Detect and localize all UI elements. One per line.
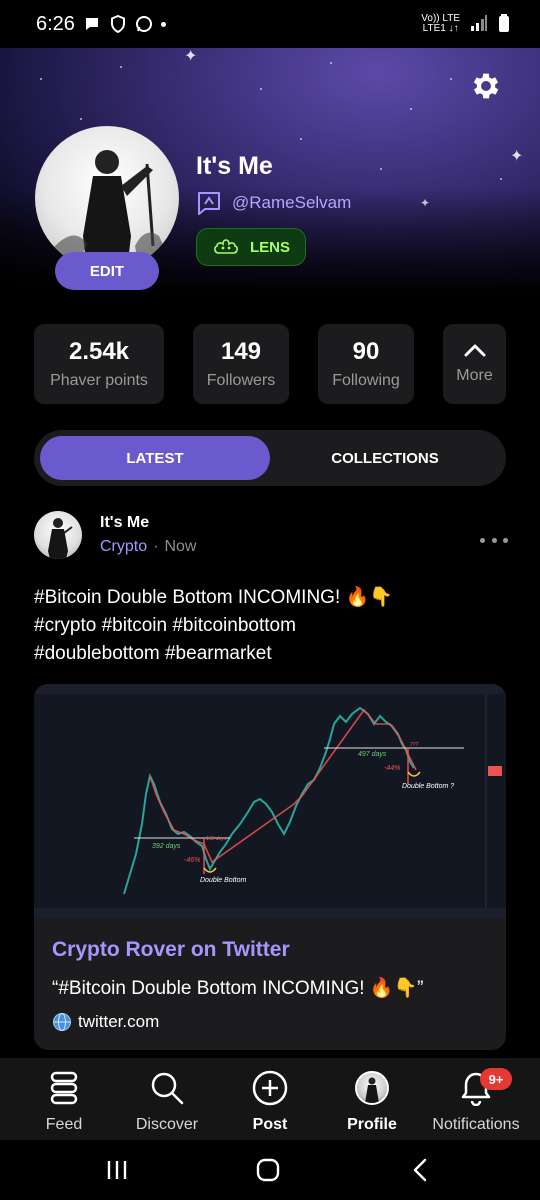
chart-question: ??? <box>410 742 419 748</box>
link-quote: “#Bitcoin Double Bottom INCOMING! 🔥👇” <box>52 978 424 999</box>
avatar-figure <box>45 150 175 270</box>
status-right: Vo)) LTE LTE1 ↓↑ <box>421 13 510 35</box>
status-time: 6:26 <box>36 12 75 35</box>
nav-feed[interactable]: Feed <box>12 1068 116 1140</box>
status-bar: 6:26 Vo)) LTE LTE1 ↓↑ <box>0 0 540 48</box>
stat-following[interactable]: 90 Following <box>318 324 414 404</box>
profile-name: It's Me <box>196 152 273 180</box>
post-separator: · <box>153 538 159 555</box>
settings-button[interactable] <box>466 66 506 106</box>
gear-icon <box>473 73 499 99</box>
post-author-avatar[interactable] <box>34 511 82 559</box>
status-left: 6:26 <box>36 13 166 36</box>
profile-handle: @RameSelvam <box>232 193 352 212</box>
nav-post[interactable]: Post <box>218 1068 322 1140</box>
whatsapp-icon <box>135 15 153 33</box>
more-button[interactable]: More <box>443 324 506 404</box>
chart-days-right: 497 days <box>358 751 387 758</box>
chat-bubble-icon <box>83 15 101 33</box>
dot-icon <box>480 537 485 543</box>
chart-label-left: Double Bottom <box>200 877 246 884</box>
lens-badge[interactable]: LENS <box>196 228 306 266</box>
post-author-name[interactable]: It's Me <box>100 514 149 532</box>
link-title[interactable]: Crypto Rover on Twitter <box>52 938 290 962</box>
dot-icon <box>503 537 508 543</box>
chart-pct-right: -44% <box>384 765 400 772</box>
notification-badge: 9+ <box>480 1068 512 1090</box>
nav-label: Feed <box>45 1116 83 1133</box>
profile-tabs: LATEST COLLECTIONS <box>34 430 506 486</box>
recent-apps-icon <box>107 1161 127 1179</box>
system-navigation-bar <box>0 1140 540 1200</box>
back-icon <box>413 1158 427 1182</box>
post-text: #Bitcoin Double Bottom INCOMING! 🔥👇 #cry… <box>34 587 393 664</box>
handle-row[interactable]: @RameSelvam <box>196 190 351 216</box>
chart-days-left: 392 days <box>152 843 181 850</box>
post-category[interactable]: Crypto <box>100 538 147 556</box>
search-icon <box>150 1068 184 1108</box>
chart-image: 392 days 168 days -46% Double Bottom 497… <box>34 684 506 918</box>
network-bottom-label: LTE1 ↓↑ <box>422 23 459 34</box>
notification-dot-icon <box>160 21 166 27</box>
stat-value: 2.54k <box>68 338 130 365</box>
feed-icon <box>49 1068 79 1108</box>
stat-followers[interactable]: 149 Followers <box>193 324 289 404</box>
nav-profile-icon-wrap <box>355 1068 389 1108</box>
chart-label-right: Double Bottom ? <box>402 783 454 790</box>
avatar <box>355 1071 389 1105</box>
nav-label: Post <box>252 1116 288 1133</box>
lens-label: LENS <box>249 238 290 256</box>
bottom-navigation: Feed Discover Post Profile 9+ Notificati… <box>0 1058 540 1140</box>
chevron-up-icon <box>464 344 485 357</box>
avatar-figure <box>48 518 73 559</box>
home-button[interactable] <box>252 1154 284 1186</box>
stat-value: 149 <box>220 338 262 365</box>
stat-label: Following <box>332 372 400 389</box>
back-button[interactable] <box>404 1154 436 1186</box>
tab-latest[interactable]: LATEST <box>40 436 270 480</box>
network-indicator: Vo)) LTE LTE1 ↓↑ <box>421 14 460 34</box>
home-icon <box>256 1158 280 1182</box>
tab-collections[interactable]: COLLECTIONS <box>270 436 500 480</box>
post-options-button[interactable] <box>480 530 508 550</box>
signal-icon <box>470 14 488 34</box>
nav-label: Notifications <box>432 1116 520 1133</box>
chart-pct-left: -46% <box>184 857 200 864</box>
plus-circle-icon <box>252 1068 288 1108</box>
globe-icon <box>53 1013 71 1031</box>
link-domain: twitter.com <box>78 1012 160 1031</box>
stat-label: Followers <box>206 372 276 389</box>
lens-icon <box>214 239 238 254</box>
nav-label: Profile <box>347 1116 397 1133</box>
post-meta: Crypto · Now <box>100 538 196 556</box>
edit-profile-button[interactable]: EDIT <box>55 252 159 290</box>
nav-label: Discover <box>135 1116 199 1133</box>
dot-icon <box>491 537 497 543</box>
nav-profile[interactable]: Profile <box>320 1068 424 1140</box>
link-domain-row[interactable]: twitter.com <box>52 1012 159 1032</box>
stat-label: Phaver points <box>50 372 148 389</box>
chart-days-left-small: 168 days <box>206 836 227 842</box>
recent-apps-button[interactable] <box>101 1154 133 1186</box>
farcaster-icon <box>198 192 220 215</box>
post-time: Now <box>164 538 197 555</box>
profile-avatar[interactable] <box>35 126 179 270</box>
nav-notifications[interactable]: 9+ Notifications <box>424 1068 528 1140</box>
battery-icon <box>498 13 510 35</box>
stat-value: 90 <box>352 338 380 365</box>
link-preview-card[interactable]: 392 days 168 days -46% Double Bottom 497… <box>34 684 506 1050</box>
more-label: More <box>456 367 493 384</box>
stat-phaver-points[interactable]: 2.54k Phaver points <box>34 324 164 404</box>
nav-discover[interactable]: Discover <box>115 1068 219 1140</box>
shield-icon <box>109 15 127 33</box>
